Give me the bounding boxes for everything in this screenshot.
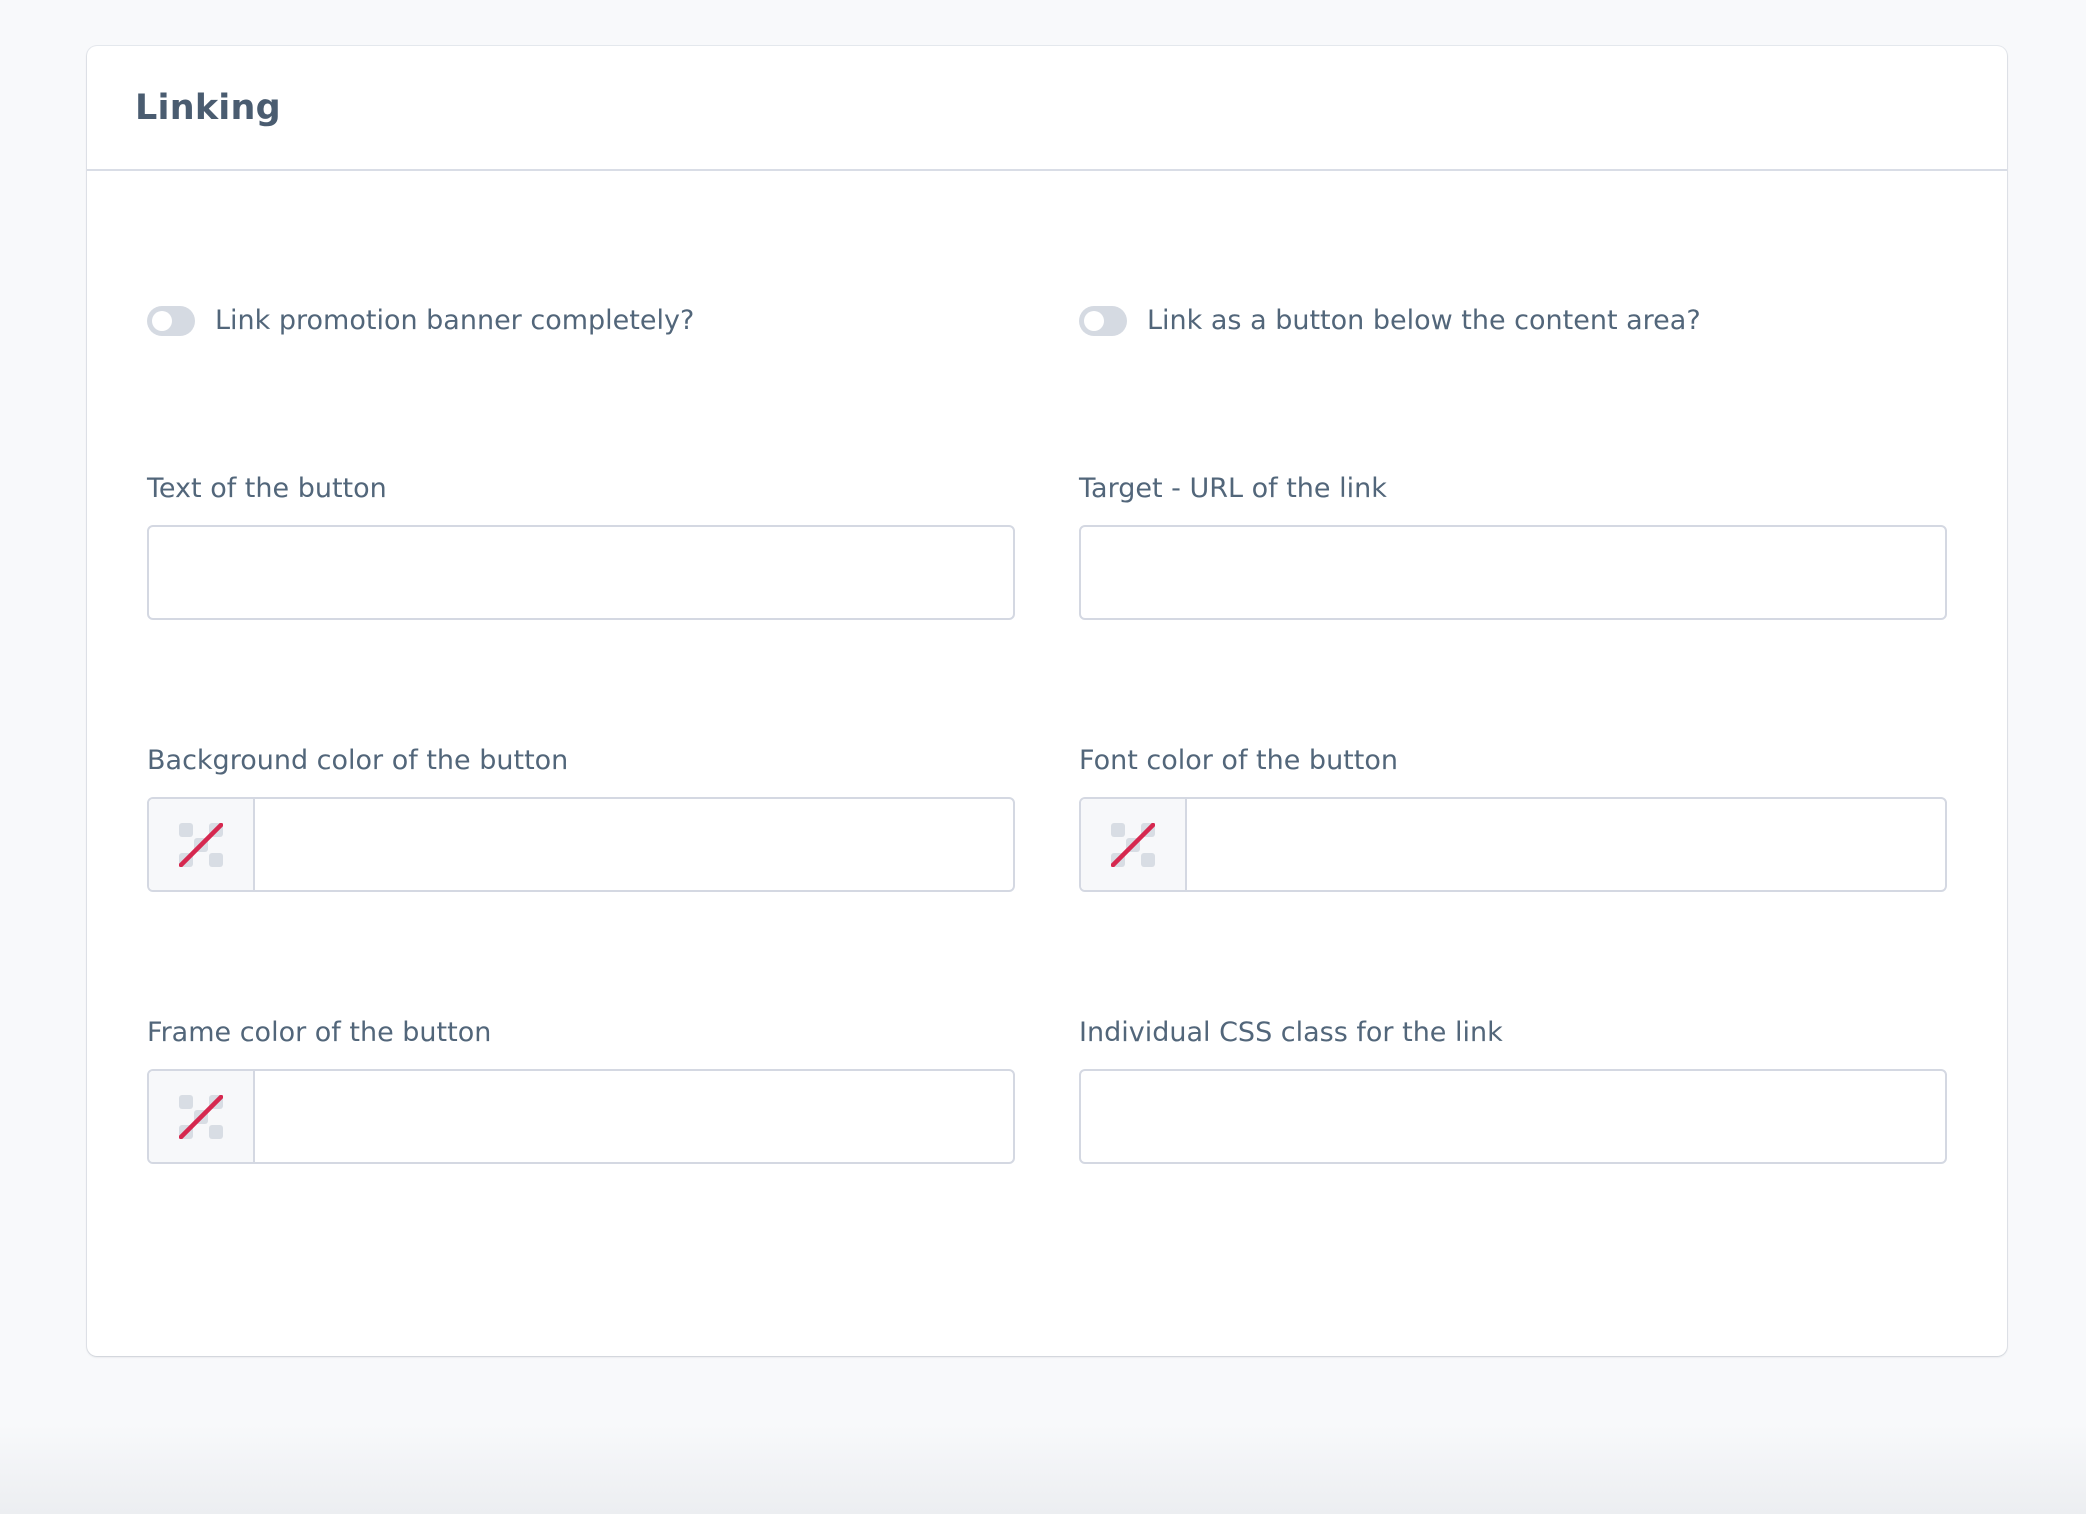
frame-color-input[interactable] bbox=[255, 1071, 1013, 1162]
field-label: Background color of the button bbox=[147, 745, 569, 776]
field-label: Font color of the button bbox=[1079, 745, 1398, 776]
field-label: Target - URL of the link bbox=[1079, 473, 1387, 504]
font-color-field: Font color of the button bbox=[1079, 743, 1947, 892]
field-label: Individual CSS class for the link bbox=[1079, 1017, 1503, 1048]
no-color-icon bbox=[179, 822, 223, 867]
background-color-input[interactable] bbox=[255, 799, 1013, 890]
target-url-input-wrapper bbox=[1079, 525, 1947, 620]
page-bottom-shade bbox=[0, 1424, 2086, 1514]
button-text-input[interactable] bbox=[149, 527, 1013, 618]
card-title: Linking bbox=[135, 87, 281, 128]
toggle-label: Link promotion banner completely? bbox=[215, 305, 695, 336]
no-color-icon bbox=[1111, 822, 1155, 867]
button-text-input-wrapper bbox=[147, 525, 1015, 620]
toggle-knob bbox=[1084, 310, 1104, 331]
target-url-field: Target - URL of the link bbox=[1079, 471, 1947, 620]
font-color-input-wrapper bbox=[1079, 797, 1947, 892]
toggle-knob bbox=[152, 310, 172, 331]
toggle-label: Link as a button below the content area? bbox=[1147, 305, 1701, 336]
frame-color-field: Frame color of the button bbox=[147, 1015, 1015, 1164]
target-url-input[interactable] bbox=[1081, 527, 1945, 618]
toggle-switch[interactable] bbox=[1079, 305, 1127, 336]
card-header: Linking bbox=[87, 46, 2007, 171]
css-class-input-wrapper bbox=[1079, 1069, 1947, 1164]
background-color-input-wrapper bbox=[147, 797, 1015, 892]
toggle-link-as-button[interactable]: Link as a button below the content area? bbox=[1079, 305, 1701, 336]
linking-card: Linking Link promotion banner completely… bbox=[87, 46, 2007, 1356]
toggle-switch[interactable] bbox=[147, 305, 195, 336]
font-color-swatch[interactable] bbox=[1081, 799, 1187, 890]
field-label: Frame color of the button bbox=[147, 1017, 492, 1048]
css-class-input[interactable] bbox=[1081, 1071, 1945, 1162]
frame-color-swatch[interactable] bbox=[149, 1071, 255, 1162]
background-color-swatch[interactable] bbox=[149, 799, 255, 890]
background-color-field: Background color of the button bbox=[147, 743, 1015, 892]
toggle-link-banner[interactable]: Link promotion banner completely? bbox=[147, 305, 694, 336]
font-color-input[interactable] bbox=[1187, 799, 1945, 890]
field-label: Text of the button bbox=[147, 473, 387, 504]
frame-color-input-wrapper bbox=[147, 1069, 1015, 1164]
button-text-field: Text of the button bbox=[147, 471, 1015, 620]
no-color-icon bbox=[179, 1094, 223, 1139]
css-class-field: Individual CSS class for the link bbox=[1079, 1015, 1947, 1164]
